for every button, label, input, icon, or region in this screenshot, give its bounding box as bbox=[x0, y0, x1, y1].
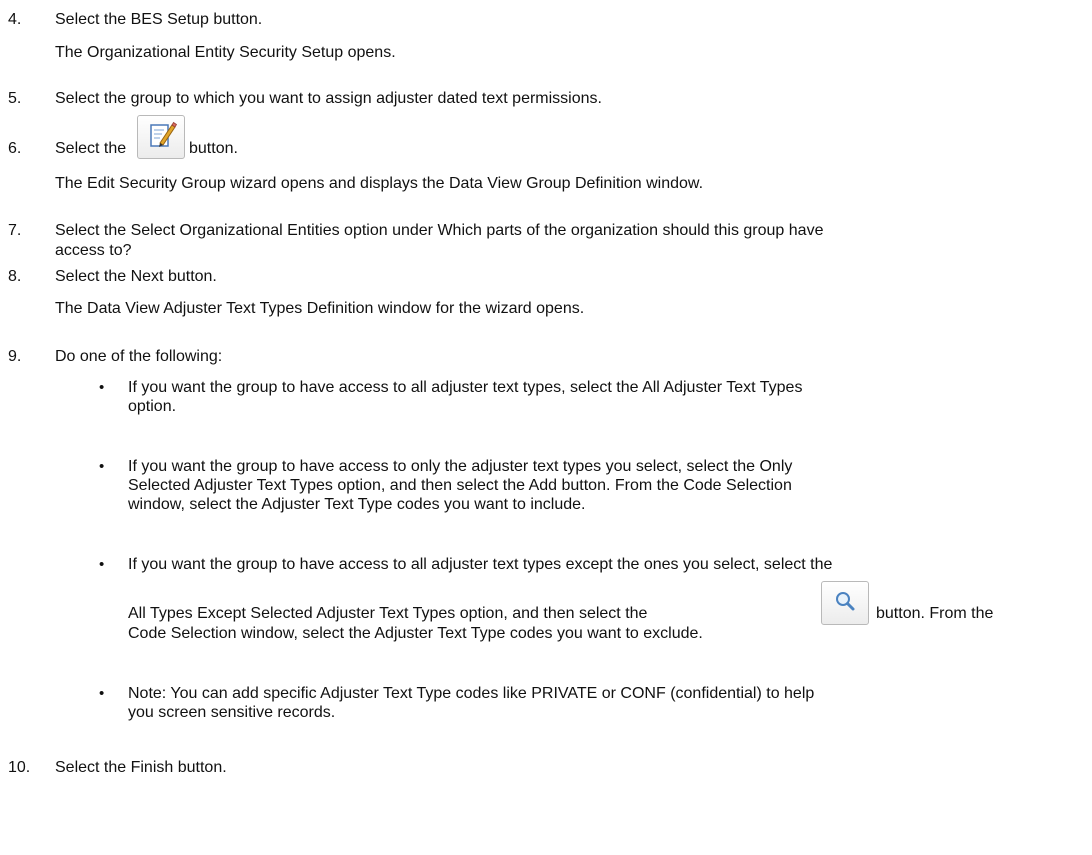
step-number: 6. bbox=[8, 140, 22, 157]
step-result: The Data View Adjuster Text Types Defini… bbox=[55, 300, 585, 317]
bullet-marker: • bbox=[99, 685, 105, 702]
bullet-text-before: All Types Except Selected Adjuster Text … bbox=[128, 605, 648, 622]
step-text: Select the Select Organizational Entitie… bbox=[55, 222, 824, 239]
step-result: The Organizational Entity Security Setup… bbox=[55, 44, 396, 61]
step-text: Select the Finish button. bbox=[55, 759, 227, 776]
step-number: 10. bbox=[8, 759, 31, 776]
bullet-marker: • bbox=[99, 556, 105, 573]
search-button-image bbox=[821, 581, 869, 625]
step-text: Do one of the following: bbox=[55, 348, 223, 365]
bullet-text: If you want the group to have access to … bbox=[128, 556, 833, 573]
step-text-before: Select the bbox=[55, 140, 127, 157]
step-text: Select the Next button. bbox=[55, 268, 217, 285]
bullet-text: Selected Adjuster Text Types option, and… bbox=[128, 477, 792, 494]
step-number: 5. bbox=[8, 90, 22, 107]
edit-pencil-icon bbox=[150, 121, 178, 147]
edit-button-image bbox=[137, 115, 185, 159]
bullet-text: window, select the Adjuster Text Type co… bbox=[128, 496, 586, 513]
bullet-text: If you want the group to have access to … bbox=[128, 458, 793, 475]
step-number: 4. bbox=[8, 11, 22, 28]
step-result: The Edit Security Group wizard opens and… bbox=[55, 175, 704, 192]
bullet-marker: • bbox=[99, 379, 105, 396]
bullet-text: If you want the group to have access to … bbox=[128, 379, 803, 396]
search-magnifier-icon bbox=[836, 592, 855, 611]
bullet-text-after: button. From the bbox=[876, 605, 994, 622]
step-number: 7. bbox=[8, 222, 22, 239]
bullet-text: Code Selection window, select the Adjust… bbox=[128, 625, 703, 642]
step-text: Select the BES Setup button. bbox=[55, 11, 263, 28]
bullet-marker: • bbox=[99, 458, 105, 475]
step-text: access to? bbox=[55, 242, 132, 259]
step-number: 8. bbox=[8, 268, 22, 285]
step-text-after: button. bbox=[189, 140, 238, 157]
bullet-text: option. bbox=[128, 398, 177, 415]
note-text: you screen sensitive records. bbox=[128, 704, 336, 721]
step-number: 9. bbox=[8, 348, 22, 365]
note-text: Note: You can add specific Adjuster Text… bbox=[128, 685, 815, 702]
step-text: Select the group to which you want to as… bbox=[55, 90, 602, 107]
